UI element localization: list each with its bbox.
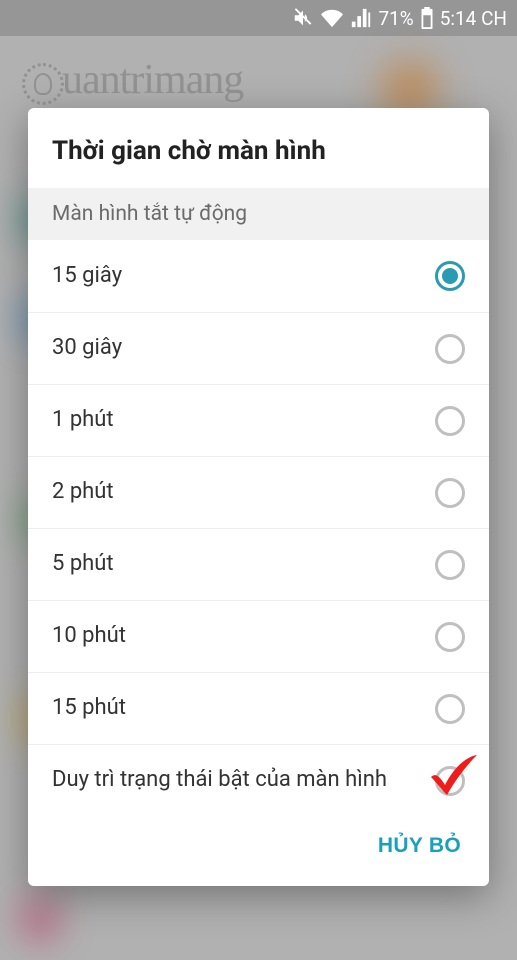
status-time: 5:14 CH <box>440 7 507 30</box>
options-list: 15 giây 30 giây 1 phút 2 phút 5 phút 10 … <box>28 240 489 816</box>
radio-icon <box>435 406 465 436</box>
option-label: 10 phút <box>52 622 142 651</box>
section-header: Màn hình tắt tự động <box>28 188 489 240</box>
battery-percent: 71% <box>378 7 413 30</box>
watermark-text: uantrimang <box>62 56 243 104</box>
screen-timeout-dialog: Thời gian chờ màn hình Màn hình tắt tự đ… <box>28 108 489 886</box>
status-bar: 71% 5:14 CH <box>0 0 517 36</box>
option-15-minutes[interactable]: 15 phút <box>28 672 489 744</box>
option-label: Duy trì trạng thái bật của màn hình <box>52 766 403 795</box>
option-1-minute[interactable]: 1 phút <box>28 384 489 456</box>
wifi-icon <box>320 7 344 29</box>
option-label: 1 phút <box>52 406 130 435</box>
cancel-button[interactable]: HỦY BỎ <box>372 824 467 868</box>
option-10-minutes[interactable]: 10 phút <box>28 600 489 672</box>
dialog-title: Thời gian chờ màn hình <box>28 108 489 188</box>
lightbulb-icon <box>22 63 64 105</box>
option-15-seconds[interactable]: 15 giây <box>28 240 489 312</box>
option-label: 30 giây <box>52 334 138 363</box>
option-label: 5 phút <box>52 550 130 579</box>
radio-icon <box>435 694 465 724</box>
option-keep-screen-on[interactable]: Duy trì trạng thái bật của màn hình <box>28 744 489 816</box>
radio-icon <box>435 261 465 291</box>
option-label: 15 giây <box>52 262 138 291</box>
signal-icon <box>350 7 372 29</box>
radio-icon <box>435 334 465 364</box>
option-label: 2 phút <box>52 478 130 507</box>
radio-icon <box>435 478 465 508</box>
mute-icon <box>292 7 314 29</box>
option-5-minutes[interactable]: 5 phút <box>28 528 489 600</box>
annotation-checkmark-icon <box>425 751 479 803</box>
option-30-seconds[interactable]: 30 giây <box>28 312 489 384</box>
radio-icon <box>435 550 465 580</box>
option-2-minutes[interactable]: 2 phút <box>28 456 489 528</box>
watermark: uantrimang <box>22 56 243 104</box>
battery-icon <box>420 7 434 29</box>
dialog-actions: HỦY BỎ <box>28 816 489 886</box>
option-label: 15 phút <box>52 694 142 723</box>
radio-icon <box>435 622 465 652</box>
